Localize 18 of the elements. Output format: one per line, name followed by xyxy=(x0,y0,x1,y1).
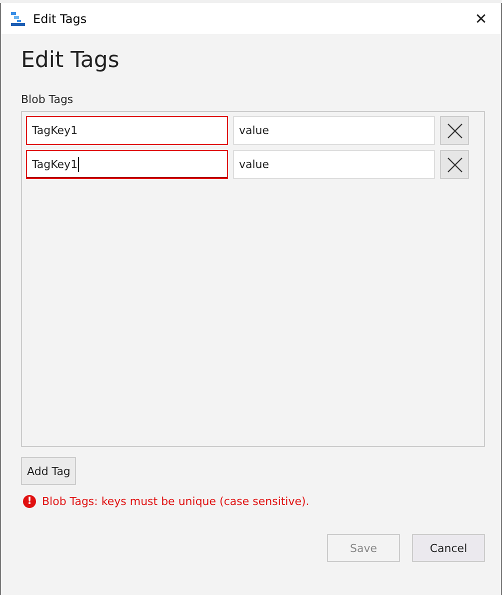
app-icon xyxy=(11,12,25,26)
close-button[interactable]: ✕ xyxy=(461,3,501,34)
text-cursor xyxy=(78,157,79,172)
error-icon: ! xyxy=(23,495,36,508)
cancel-button[interactable]: Cancel xyxy=(412,534,485,562)
key-field[interactable]: TagKey1 xyxy=(26,116,228,145)
value-field[interactable]: value xyxy=(233,150,435,179)
window-title: Edit Tags xyxy=(33,12,88,26)
dialog-heading: Edit Tags xyxy=(21,48,120,73)
close-icon xyxy=(446,156,462,172)
close-icon xyxy=(446,122,462,138)
remove-button[interactable] xyxy=(440,116,469,145)
value-field[interactable]: value xyxy=(233,116,435,145)
error-message: Blob Tags: keys must be unique (case sensitive). xyxy=(42,495,310,508)
section-label: Blob Tags xyxy=(21,93,74,106)
remove-button[interactable] xyxy=(440,150,469,179)
key-field[interactable]: TagKey1 xyxy=(26,150,228,179)
add-tag-button[interactable]: Add Tag xyxy=(21,457,76,485)
